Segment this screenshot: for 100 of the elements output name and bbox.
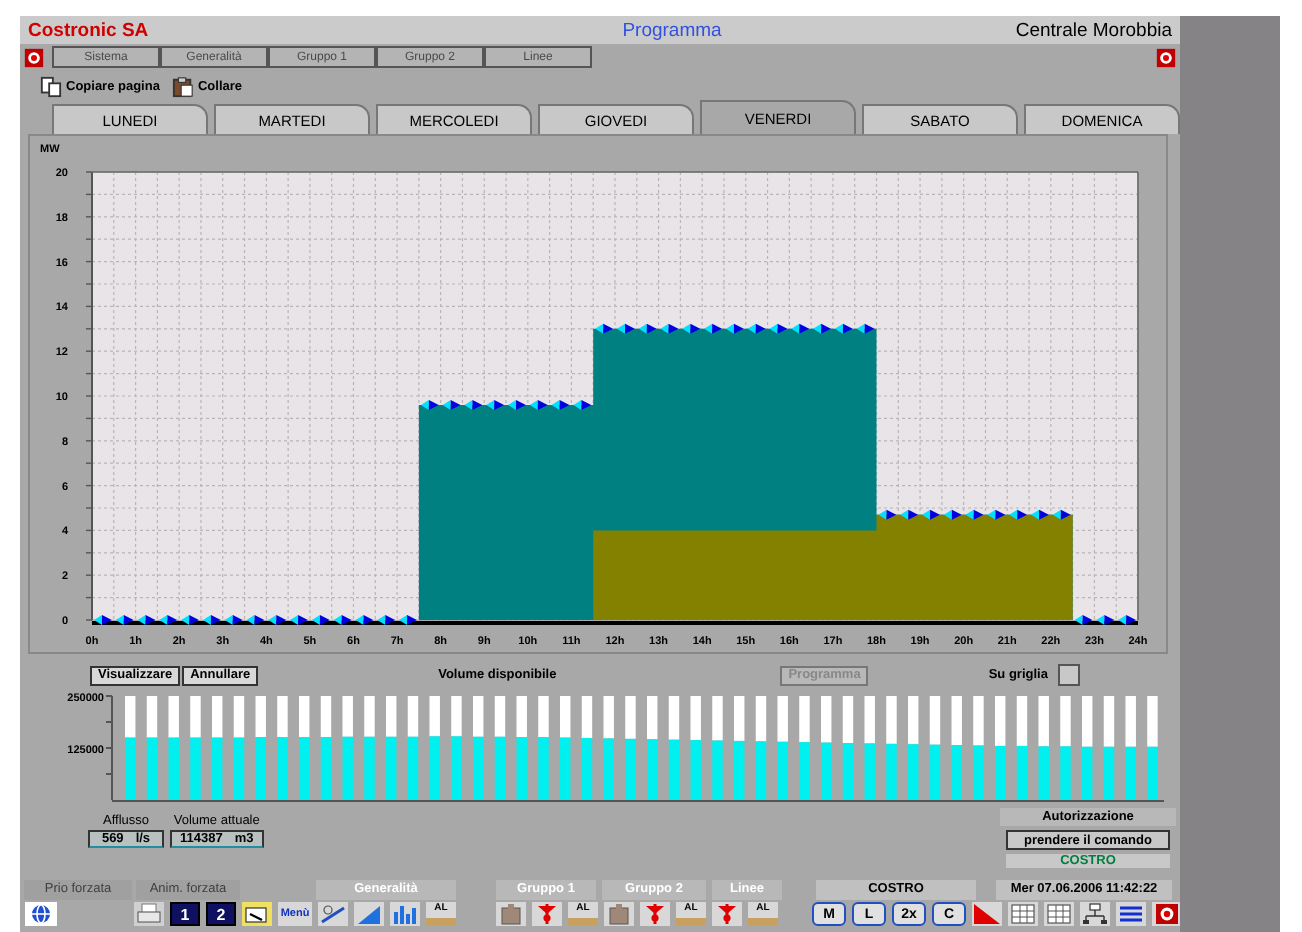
step-marker[interactable] xyxy=(94,615,112,625)
step-marker[interactable] xyxy=(115,615,134,625)
volume-bar xyxy=(908,744,919,800)
triangle-icon[interactable] xyxy=(354,902,384,926)
machine-icon[interactable] xyxy=(604,902,634,926)
step-marker[interactable] xyxy=(922,509,940,520)
bar-chart-icon[interactable] xyxy=(390,902,420,926)
volume-bar xyxy=(342,736,353,800)
step-marker[interactable] xyxy=(355,615,374,625)
step-marker[interactable] xyxy=(856,323,875,334)
volume-bar xyxy=(581,738,593,800)
step-marker[interactable] xyxy=(987,509,1006,520)
step-marker[interactable] xyxy=(311,615,330,625)
volume-bar xyxy=(625,738,636,800)
page-number-button[interactable]: 1 xyxy=(170,902,200,926)
volume-bar xyxy=(560,737,571,800)
volume-bar xyxy=(951,745,962,800)
volume-bar xyxy=(146,737,158,800)
step-marker[interactable] xyxy=(638,323,657,334)
step-marker[interactable] xyxy=(900,509,919,520)
step-marker[interactable] xyxy=(595,323,613,334)
volume-bar xyxy=(712,740,723,800)
step-marker[interactable] xyxy=(725,323,744,334)
step-marker[interactable] xyxy=(1052,509,1071,520)
step-marker[interactable] xyxy=(246,615,265,625)
volume-bar xyxy=(886,743,897,800)
step-marker[interactable] xyxy=(878,509,897,520)
step-marker[interactable] xyxy=(965,509,984,520)
step-marker[interactable] xyxy=(769,323,788,334)
volume-bar xyxy=(320,737,332,800)
volume-bar xyxy=(1060,746,1071,800)
step-marker[interactable] xyxy=(551,399,570,410)
alarm-light-icon[interactable] xyxy=(24,47,44,67)
folder-icon[interactable] xyxy=(242,902,272,926)
volume-bar xyxy=(386,736,397,800)
valve-icon[interactable] xyxy=(640,902,670,926)
volume-bar xyxy=(1016,745,1028,800)
step-marker[interactable] xyxy=(660,323,679,334)
step-marker[interactable] xyxy=(137,615,156,625)
volume-bar xyxy=(299,737,310,800)
step-marker[interactable] xyxy=(813,323,831,334)
step-marker[interactable] xyxy=(1118,615,1136,625)
step-marker[interactable] xyxy=(290,615,308,625)
step-marker[interactable] xyxy=(943,509,962,520)
volume-bar xyxy=(929,744,941,800)
page-number-button[interactable]: 2 xyxy=(206,902,236,926)
step-marker[interactable] xyxy=(1074,615,1093,625)
volume-bar xyxy=(777,741,788,800)
volume-bar xyxy=(125,737,136,800)
step-marker[interactable] xyxy=(834,323,853,334)
step-marker[interactable] xyxy=(464,399,483,410)
volume-bar xyxy=(473,736,484,800)
copy-icon[interactable] xyxy=(40,75,62,97)
table-icon[interactable] xyxy=(1008,902,1038,926)
step-marker[interactable] xyxy=(573,399,592,410)
step-marker[interactable] xyxy=(159,615,178,625)
volume-bar xyxy=(233,737,245,800)
network-icon[interactable] xyxy=(1080,902,1110,926)
step-marker[interactable] xyxy=(224,615,243,625)
grid-checkbox[interactable] xyxy=(1057,664,1080,686)
step-marker[interactable] xyxy=(1096,615,1115,625)
volume-bar xyxy=(538,737,549,800)
volume-bar xyxy=(277,737,288,800)
volume-bar xyxy=(494,736,506,800)
step-marker[interactable] xyxy=(268,615,287,625)
globe-icon[interactable] xyxy=(24,902,58,926)
step-marker[interactable] xyxy=(1031,509,1049,520)
volume-bar xyxy=(995,745,1006,800)
step-marker[interactable] xyxy=(442,399,461,410)
step-marker[interactable] xyxy=(617,323,635,334)
valve-icon[interactable] xyxy=(532,902,562,926)
table-icon[interactable] xyxy=(1044,902,1074,926)
step-marker[interactable] xyxy=(791,323,810,334)
step-marker[interactable] xyxy=(486,399,505,410)
clipboard-icon[interactable] xyxy=(171,75,194,97)
volume-bar xyxy=(842,743,854,800)
step-marker[interactable] xyxy=(202,615,221,625)
step-marker[interactable] xyxy=(399,615,417,625)
step-marker[interactable] xyxy=(682,323,701,334)
step-marker[interactable] xyxy=(181,615,199,625)
ruler-icon[interactable] xyxy=(318,902,348,926)
volume-bar xyxy=(821,742,832,800)
volume-bar xyxy=(668,739,680,800)
step-marker[interactable] xyxy=(420,399,439,410)
step-marker[interactable] xyxy=(1009,509,1028,520)
alarm-light-icon[interactable] xyxy=(1156,47,1176,67)
step-marker[interactable] xyxy=(747,323,766,334)
page-title: Programma xyxy=(622,19,722,41)
valve-icon[interactable] xyxy=(712,902,742,926)
list-icon[interactable] xyxy=(1116,902,1146,926)
volume-bar xyxy=(799,742,810,800)
step-marker[interactable] xyxy=(704,323,722,334)
step-marker[interactable] xyxy=(333,615,352,625)
ramp-icon[interactable] xyxy=(972,902,1002,926)
step-marker[interactable] xyxy=(508,399,526,410)
step-marker[interactable] xyxy=(529,399,548,410)
step-marker[interactable] xyxy=(377,615,396,625)
printer-icon[interactable] xyxy=(134,902,164,926)
alarm-light-icon[interactable] xyxy=(1152,902,1182,926)
machine-icon[interactable] xyxy=(496,902,526,926)
